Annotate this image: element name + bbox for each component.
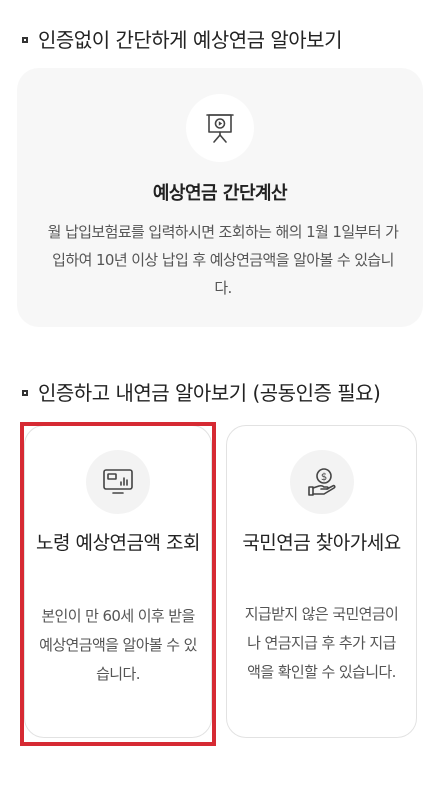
svg-text:$: $ (320, 472, 326, 483)
section-bullet-icon (22, 389, 28, 396)
hand-coin-icon: $ (289, 450, 354, 514)
find-pension-card[interactable]: $ 국민연금 찾아가세요 지급받지 않은 국민연금이나 연금지급 후 추가 지급… (226, 425, 417, 738)
presentation-play-icon (186, 94, 254, 162)
section-title-simple: 인증없이 간단하게 예상연금 알아보기 (22, 24, 342, 53)
simple-pension-calc-card[interactable]: 예상연금 간단계산 월 납입보험료를 입력하시면 조회하는 해의 1월 1일부터… (17, 68, 423, 327)
old-age-pension-description: 본인이 만 60세 이후 받을 예상연금액을 알아볼 수 있습니다. (39, 607, 197, 683)
find-pension-title: 국민연금 찾아가세요 (242, 532, 401, 554)
section-title-certified-text: 인증하고 내연금 알아보기 (공동인증 필요) (38, 381, 381, 405)
old-age-pension-title: 노령 예상연금액 조회 (36, 532, 200, 554)
section-title-certified: 인증하고 내연금 알아보기 (공동인증 필요) (22, 377, 381, 406)
old-age-pension-inquiry-card[interactable]: 노령 예상연금액 조회 본인이 만 60세 이후 받을 예상연금액을 알아볼 수… (24, 425, 212, 738)
find-pension-description: 지급받지 않은 국민연금이나 연금지급 후 추가 지급액을 확인할 수 있습니다… (244, 605, 399, 681)
section-title-simple-text: 인증없이 간단하게 예상연금 알아보기 (38, 28, 342, 52)
monitor-chart-icon (86, 450, 150, 514)
simple-card-title: 예상연금 간단계산 (152, 183, 288, 204)
simple-card-description: 월 납입보험료를 입력하시면 조회하는 해의 1월 1일부터 가입하여 10년 … (47, 223, 399, 297)
section-bullet-icon (22, 36, 28, 43)
